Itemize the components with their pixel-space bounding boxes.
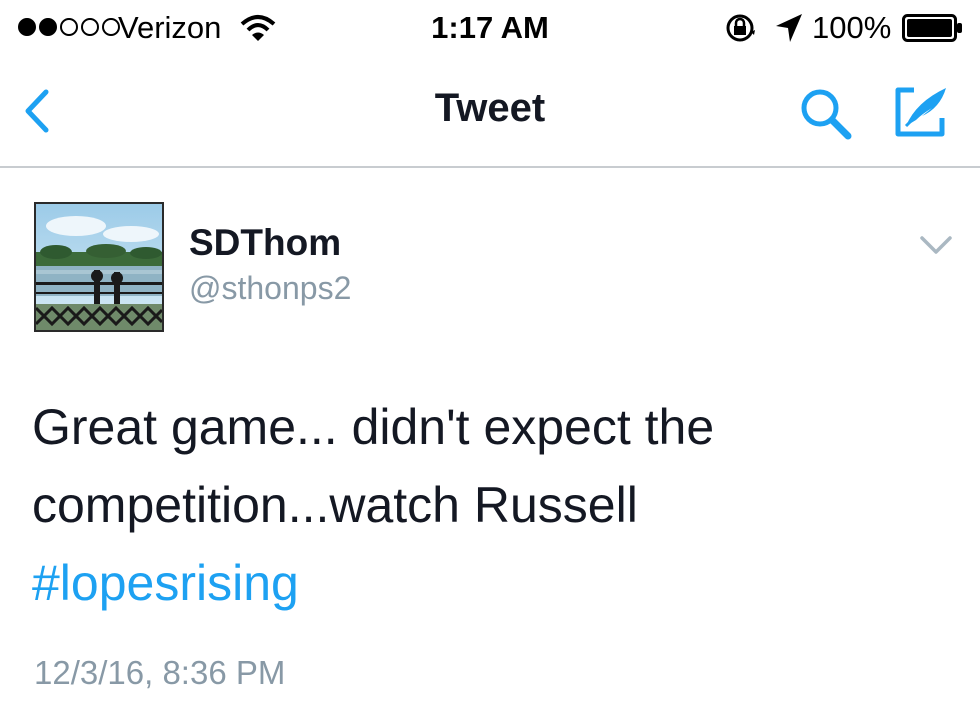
tweet-timestamp: 12/3/16, 8:36 PM xyxy=(34,654,286,691)
search-icon[interactable] xyxy=(796,86,856,142)
user-handle[interactable]: @sthonps2 xyxy=(189,270,351,307)
location-arrow-icon xyxy=(776,14,802,42)
tweet-text-line: Great game... didn't expect the xyxy=(32,399,715,455)
status-bar: Verizon 1:17 AM 100% xyxy=(0,0,980,56)
chevron-down-icon[interactable] xyxy=(918,232,954,258)
navigation-bar: Tweet xyxy=(0,56,980,168)
hashtag-link[interactable]: #lopesrising xyxy=(32,544,962,622)
user-display-name[interactable]: SDThom xyxy=(189,222,341,264)
tweet-text: Great game... didn't expect the competit… xyxy=(32,388,962,622)
orientation-lock-icon xyxy=(726,14,755,42)
battery-percent: 100% xyxy=(812,10,892,45)
compose-tweet-icon[interactable] xyxy=(892,84,952,140)
avatar[interactable] xyxy=(34,202,164,332)
tweet-text-line: competition...watch Russell xyxy=(32,477,638,533)
battery-icon xyxy=(902,14,962,42)
lake-railing-photo xyxy=(36,204,162,330)
